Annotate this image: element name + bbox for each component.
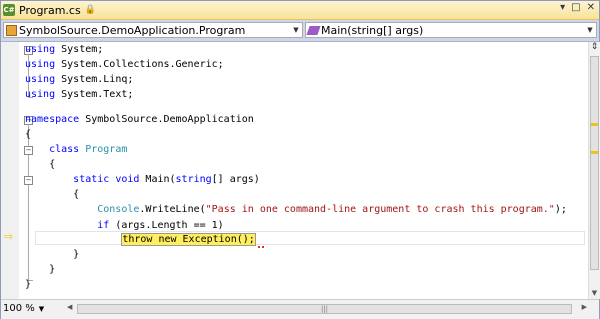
member-combo[interactable]: Main(string[] args) ▼ (305, 22, 597, 38)
horizontal-scroll-thumb[interactable]: ||| (77, 304, 572, 314)
code-line: } (49, 264, 56, 275)
bottom-bar: 100 % ▼ ◀ ||| ▶ (1, 299, 599, 319)
chevron-down-icon: ▼ (293, 26, 299, 34)
scroll-marker (591, 123, 598, 126)
vertical-scrollbar[interactable]: ⇕ ▼ (588, 42, 600, 299)
code-line: using System.Collections.Generic; (25, 59, 224, 70)
code-line: { (25, 129, 32, 140)
zoom-value: 100 % (3, 303, 35, 314)
scroll-right-icon[interactable]: ▶ (582, 303, 587, 311)
scroll-left-icon[interactable]: ◀ (67, 303, 72, 311)
class-combo[interactable]: SymbolSource.DemoApplication.Program ▼ (3, 22, 303, 38)
splitter-icon[interactable]: ⇕ (590, 43, 599, 52)
horizontal-scrollbar[interactable]: ◀ ||| ▶ (67, 303, 587, 315)
close-icon[interactable]: ✕ (587, 2, 595, 13)
window-buttons: ▾ □ ✕ (560, 2, 595, 13)
document-tab-bar: C# Program.cs 🔒 ▾ □ ✕ (1, 1, 599, 20)
chevron-down-icon: ▼ (38, 304, 45, 313)
chevron-down-icon: ▼ (587, 26, 593, 34)
current-statement-arrow-icon: ⇨ (4, 230, 14, 243)
scroll-marker (591, 151, 598, 154)
indicator-margin[interactable] (1, 42, 19, 299)
code-line: using System.Linq; (25, 74, 134, 85)
code-editor-window: C# Program.cs 🔒 ▾ □ ✕ SymbolSource.DemoA… (0, 0, 600, 319)
maximize-icon[interactable]: □ (571, 2, 580, 13)
dropdown-icon[interactable]: ▾ (560, 2, 565, 13)
code-editor[interactable]: ⇨ − − − − using System; using System.Col… (1, 42, 588, 299)
member-combo-value: Main(string[] args) (321, 23, 424, 37)
document-tab[interactable]: C# Program.cs 🔒 (3, 1, 96, 19)
zoom-combo[interactable]: 100 % ▼ (3, 303, 44, 314)
code-line: if (args.Length == 1) (97, 220, 224, 231)
code-line: using System.Text; (25, 89, 134, 100)
code-line-current: throw new Exception(); (25, 232, 256, 247)
code-line: using System; (25, 44, 104, 55)
tab-title: Program.cs (19, 3, 81, 17)
scroll-down-icon[interactable]: ▼ (590, 289, 599, 297)
code-line: } (73, 249, 80, 260)
code-line: } (25, 279, 32, 290)
lock-icon: 🔒 (84, 5, 96, 15)
class-combo-value: SymbolSource.DemoApplication.Program (19, 23, 246, 37)
code-line: { (73, 189, 80, 200)
error-squiggle (258, 244, 264, 248)
code-line: static void Main(string[] args) (73, 174, 260, 185)
code-line: namespace SymbolSource.DemoApplication (25, 114, 254, 125)
current-statement-highlight: throw new Exception(); (121, 233, 256, 246)
code-line: { (49, 159, 56, 170)
code-line: class Program (49, 144, 128, 155)
navigation-bar: SymbolSource.DemoApplication.Program ▼ M… (1, 20, 599, 42)
code-line: Console.WriteLine("Pass in one command-l… (97, 204, 567, 215)
vertical-scroll-thumb[interactable] (590, 56, 599, 270)
csharp-file-icon: C# (3, 4, 15, 16)
class-icon (6, 24, 17, 36)
